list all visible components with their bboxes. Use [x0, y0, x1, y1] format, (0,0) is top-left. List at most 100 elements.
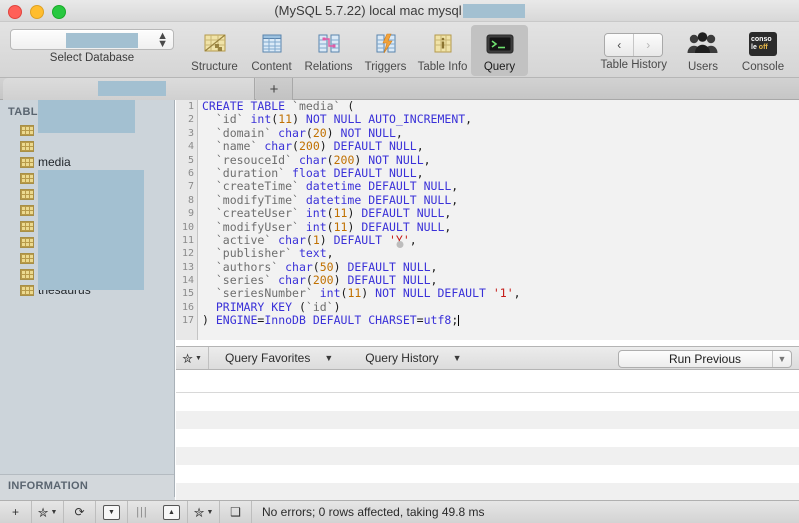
toolbar-item-console[interactable]: conso le off Console — [735, 25, 791, 73]
sql-token: 11 — [347, 286, 361, 300]
sql-token: char — [292, 153, 327, 167]
line-number: 5 — [176, 154, 197, 167]
results-row[interactable] — [176, 370, 799, 393]
sql-token: InnoDB — [264, 313, 306, 327]
editor-resize-handle[interactable] — [396, 241, 403, 248]
sql-code-line: `name` char(200) DEFAULT NULL, — [202, 140, 799, 153]
sql-token: 20 — [313, 126, 327, 140]
results-gear-button[interactable]: ✮ ▼ — [188, 501, 220, 523]
results-row[interactable] — [176, 483, 799, 500]
copy-rows-button[interactable]: ❑ — [220, 501, 252, 523]
results-row[interactable] — [176, 465, 799, 483]
toolbar-item-users[interactable]: Users — [675, 25, 731, 73]
toolbar-item-table-info[interactable]: Table Info — [414, 25, 471, 73]
add-icon: + — [12, 505, 19, 519]
forward-button[interactable]: › — [633, 34, 662, 56]
results-row[interactable] — [176, 447, 799, 465]
sql-token: DEFAULT NULL — [354, 206, 444, 220]
sql-editor[interactable]: 1234567891011121314151617 CREATE TABLE `… — [176, 100, 799, 340]
back-button[interactable]: ‹ — [605, 34, 633, 56]
sql-token — [202, 300, 216, 314]
window-title-text: (MySQL 5.7.22) local mac mysql — [274, 0, 461, 22]
sql-token: , — [451, 179, 458, 193]
sql-token: `id` — [306, 300, 334, 314]
line-number: 16 — [176, 301, 197, 314]
sql-token: ( — [327, 206, 334, 220]
sql-token: NOT NULL — [361, 153, 423, 167]
line-number: 8 — [176, 194, 197, 207]
toolbar-item-table-history[interactable]: ‹ › Table History — [597, 25, 671, 71]
sql-code-area[interactable]: CREATE TABLE `media` ( `id` int(11) NOT … — [202, 100, 799, 340]
query-favorites-button[interactable]: Query Favorites ▼ — [209, 351, 349, 365]
sql-token: , — [417, 139, 424, 153]
sql-token: 1 — [313, 233, 320, 247]
sql-token: PRIMARY KEY — [216, 300, 292, 314]
sql-token: ( — [340, 100, 354, 113]
sql-token: CREATE TABLE — [202, 100, 292, 113]
line-number: 2 — [176, 113, 197, 126]
sql-token — [202, 260, 216, 274]
sidebar-table-row[interactable] — [0, 138, 174, 154]
chevron-down-icon: ▼ — [453, 353, 462, 363]
filter-tables-button[interactable]: ▼ — [96, 501, 128, 523]
sql-token: ; — [451, 313, 458, 327]
toolbar-item-relations[interactable]: Relations — [300, 25, 357, 73]
tab-active[interactable] — [3, 78, 255, 100]
sql-token: , — [431, 260, 438, 274]
toolbar-item-label: Structure — [191, 61, 238, 73]
toolbar-item-label: Query — [484, 61, 515, 73]
sql-code-line: `modifyUser` int(11) DEFAULT NULL, — [202, 221, 799, 234]
add-tab-button[interactable]: + — [256, 78, 293, 100]
sql-token: ) — [334, 260, 341, 274]
results-row[interactable] — [176, 411, 799, 429]
toolbar-item-structure[interactable]: Structure — [186, 25, 243, 73]
line-number: 14 — [176, 274, 197, 287]
results-table[interactable] — [176, 370, 799, 500]
toolbar-item-triggers[interactable]: Triggers — [357, 25, 414, 73]
sql-code-line: `createTime` datetime DEFAULT NULL, — [202, 180, 799, 193]
export-results-button[interactable]: ▲ — [156, 501, 188, 523]
toolbar-items: Structure Content — [186, 25, 528, 76]
chevron-down-icon[interactable]: ▼ — [772, 351, 791, 367]
sidebar-table-row[interactable]: media — [0, 154, 174, 170]
sql-token: float DEFAULT NULL — [285, 166, 417, 180]
sql-token: ( — [306, 233, 313, 247]
add-table-button[interactable]: + — [0, 501, 32, 523]
table-actions-gear-button[interactable]: ✮ ▼ — [32, 501, 64, 523]
run-previous-button[interactable]: Run Previous ▼ — [618, 350, 792, 368]
sql-token: datetime DEFAULT NULL — [299, 193, 451, 207]
tab-label-redaction — [98, 81, 166, 96]
toolbar-item-query[interactable]: Query — [471, 25, 528, 76]
results-row[interactable] — [176, 429, 799, 447]
toolbar-item-content[interactable]: Content — [243, 25, 300, 73]
sql-token: NOT NULL AUTO_INCREMENT — [299, 112, 465, 126]
sql-token: , — [396, 126, 403, 140]
tables-redaction-block-top — [38, 100, 135, 133]
toolbar-item-label: Triggers — [365, 61, 407, 73]
tables-sidebar: TABLES mediamedia_keyword_relthesaurus I… — [0, 100, 175, 500]
table-icon — [20, 237, 34, 248]
sql-token: , — [444, 220, 451, 234]
console-icon-text-off: off — [759, 44, 768, 51]
table-icon — [20, 221, 34, 232]
refresh-tables-button[interactable]: ⟳ — [64, 501, 96, 523]
sql-token: `modifyTime` — [216, 193, 299, 207]
sql-token: `domain` — [216, 126, 271, 140]
query-gear-button[interactable]: ✮ ▼ — [176, 347, 209, 369]
query-history-button[interactable]: Query History ▼ — [349, 351, 477, 365]
information-header: INFORMATION — [0, 475, 175, 496]
sql-token: DEFAULT CHARSET — [306, 313, 417, 327]
sql-token: int — [299, 206, 327, 220]
line-number-gutter: 1234567891011121314151617 — [176, 100, 198, 340]
window-title-redaction — [463, 4, 525, 18]
sidebar-resize-grip[interactable]: ||| — [128, 506, 156, 518]
results-row[interactable] — [176, 393, 799, 411]
sql-token — [202, 179, 216, 193]
sql-token: `duration` — [216, 166, 285, 180]
sql-token: int — [313, 286, 341, 300]
sql-token: char — [271, 233, 306, 247]
main-toolbar: ▲▼ Select Database Structure — [0, 22, 799, 78]
select-database-popup[interactable]: ▲▼ — [10, 29, 174, 50]
sql-token: NOT NULL DEFAULT — [368, 286, 493, 300]
back-forward-icon[interactable]: ‹ › — [604, 33, 663, 57]
